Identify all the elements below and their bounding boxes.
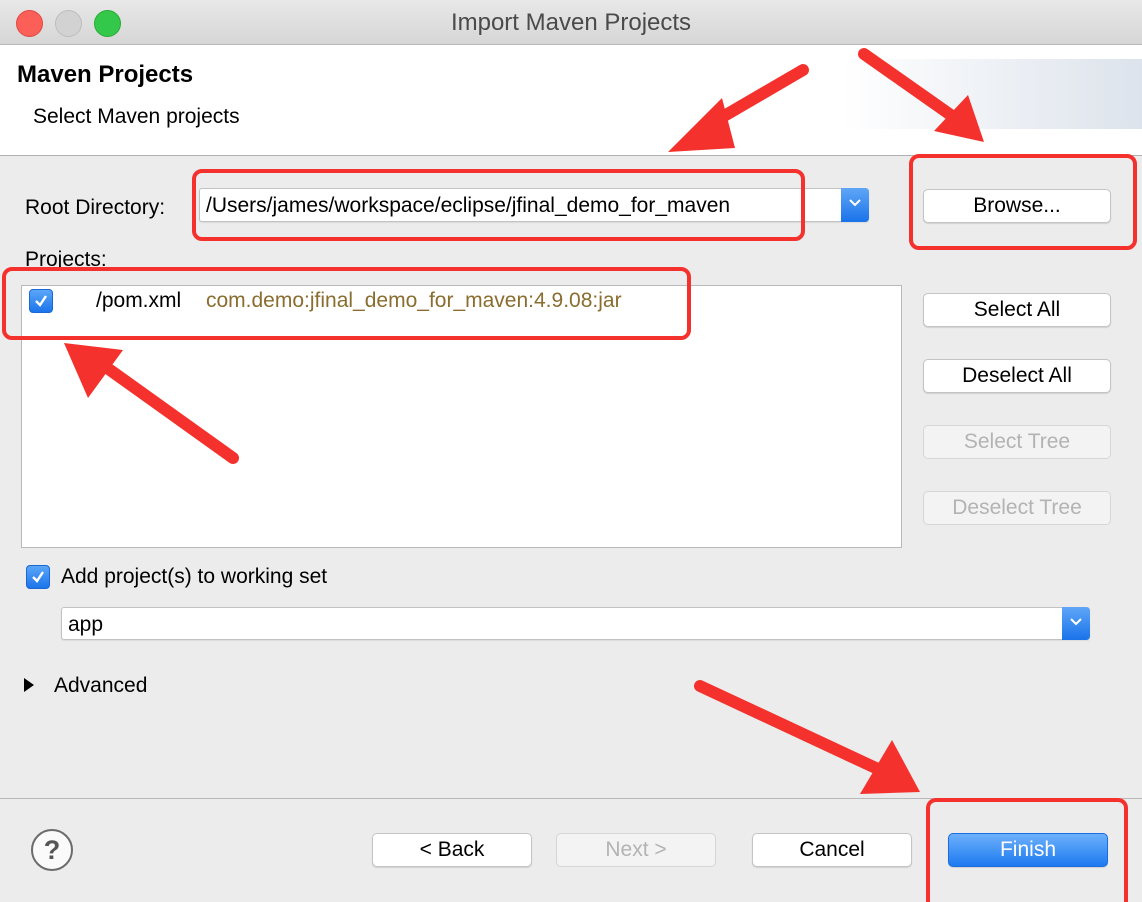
checkmark-icon [35,295,47,307]
chevron-down-icon [849,199,861,207]
project-checkbox[interactable] [29,289,53,313]
root-directory-dropdown[interactable] [841,188,869,222]
projects-tree[interactable]: /pom.xml com.demo:jfinal_demo_for_maven:… [21,285,902,548]
working-set-dropdown[interactable] [1062,607,1090,640]
back-button[interactable]: < Back [372,833,532,867]
page-subtitle: Select Maven projects [33,105,240,128]
next-button[interactable]: Next > [556,833,716,867]
title-bar: Import Maven Projects [0,0,1142,45]
checkmark-icon [32,571,44,583]
banner-graphic [842,59,1142,129]
working-set-value[interactable]: app [68,613,103,637]
footer-divider [0,798,1142,799]
root-directory-value[interactable]: /Users/james/workspace/eclipse/jfinal_de… [206,194,730,218]
project-row[interactable]: /pom.xml com.demo:jfinal_demo_for_maven:… [22,286,900,316]
browse-button[interactable]: Browse... [923,189,1111,223]
select-tree-button[interactable]: Select Tree [923,425,1111,459]
import-maven-dialog: Import Maven Projects Maven Projects Sel… [0,0,1142,902]
help-icon[interactable]: ? [31,829,73,871]
deselect-tree-button[interactable]: Deselect Tree [923,491,1111,525]
deselect-all-button[interactable]: Deselect All [923,359,1111,393]
working-set-checkbox[interactable] [26,565,50,589]
cancel-button[interactable]: Cancel [752,833,912,867]
window-title: Import Maven Projects [450,9,692,36]
disclosure-triangle-icon[interactable] [24,678,34,692]
finish-button[interactable]: Finish [948,833,1108,867]
working-set-label[interactable]: Add project(s) to working set [61,565,327,589]
project-path: /pom.xml [96,289,182,312]
root-directory-combo[interactable]: /Users/james/workspace/eclipse/jfinal_de… [199,188,869,222]
chevron-down-icon [1070,618,1082,626]
select-all-button[interactable]: Select All [923,293,1111,327]
working-set-combo[interactable]: app [61,607,1090,640]
root-directory-label: Root Directory: [25,196,166,219]
advanced-label[interactable]: Advanced [54,674,147,698]
page-title: Maven Projects [17,61,194,88]
project-coordinates: com.demo:jfinal_demo_for_maven:4.9.08:ja… [206,289,622,312]
wizard-banner: Maven Projects Select Maven projects [0,45,1142,156]
projects-label: Projects: [25,248,107,271]
